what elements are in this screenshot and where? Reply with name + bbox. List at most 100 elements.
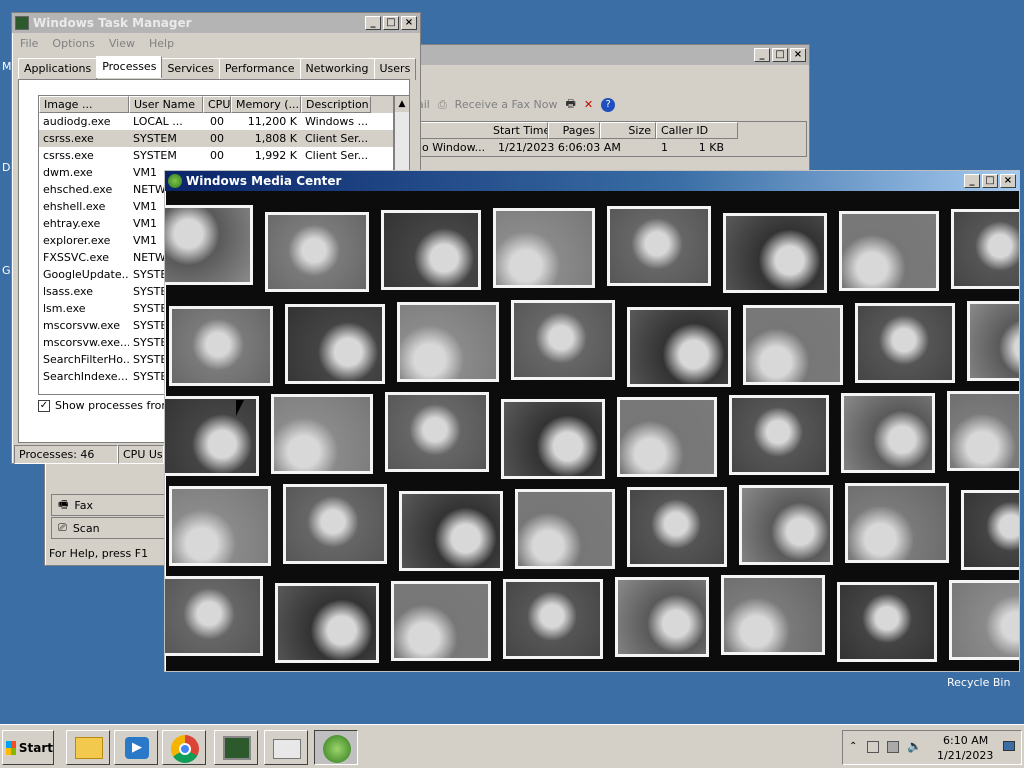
photo-thumbnail[interactable] — [723, 213, 827, 293]
process-row[interactable]: csrss.exe SYSTEM 00 1,992 K Client Ser... — [39, 147, 393, 164]
menu-file[interactable]: File — [20, 37, 38, 50]
delete-icon[interactable]: ✕ — [584, 98, 593, 111]
photo-thumbnail[interactable] — [951, 209, 1019, 289]
close-button[interactable]: × — [1000, 174, 1016, 188]
maximize-button[interactable]: □ — [383, 16, 399, 30]
photo-thumbnail[interactable] — [855, 303, 955, 383]
tab-applications[interactable]: Applications — [18, 58, 98, 80]
network-icon[interactable] — [887, 741, 899, 753]
maximize-button[interactable]: □ — [772, 48, 788, 62]
photo-thumbnail[interactable] — [607, 206, 711, 286]
col-image-name[interactable]: Image ... — [39, 96, 129, 113]
tab-users[interactable]: Users — [373, 58, 417, 80]
photo-thumbnail[interactable] — [841, 393, 935, 473]
photo-thumbnail[interactable] — [265, 212, 369, 292]
photo-thumbnail[interactable] — [271, 394, 373, 474]
tab-performance[interactable]: Performance — [218, 58, 301, 80]
mouse-cursor-icon — [236, 400, 244, 416]
photo-thumbnail[interactable] — [169, 486, 271, 566]
menu-options[interactable]: Options — [52, 37, 94, 50]
photo-thumbnail[interactable] — [283, 484, 387, 564]
photo-thumbnail[interactable] — [961, 490, 1019, 570]
photo-thumbnail[interactable] — [627, 307, 731, 387]
col-caller-id[interactable]: Caller ID — [656, 122, 738, 139]
photo-thumbnail[interactable] — [501, 399, 605, 479]
photo-thumbnail[interactable] — [503, 579, 603, 659]
tab-services[interactable]: Services — [161, 58, 220, 80]
photo-thumbnail[interactable] — [839, 211, 939, 291]
photo-thumbnail[interactable] — [967, 301, 1019, 381]
photo-thumbnail[interactable] — [615, 577, 709, 657]
col-memory[interactable]: Memory (... — [231, 96, 301, 113]
photo-thumbnail[interactable] — [739, 485, 833, 565]
media-center-titlebar[interactable]: Windows Media Center _ □ × — [165, 171, 1019, 191]
minimize-button[interactable]: _ — [754, 48, 770, 62]
help-icon[interactable]: ? — [601, 97, 616, 112]
photo-thumbnail[interactable] — [169, 306, 273, 386]
start-button[interactable]: Start — [2, 730, 54, 765]
col-user-name[interactable]: User Name — [129, 96, 203, 113]
maximize-button[interactable]: □ — [982, 174, 998, 188]
tab-networking[interactable]: Networking — [299, 58, 375, 80]
volume-icon[interactable]: 🔈 — [907, 739, 922, 753]
photo-thumbnail[interactable] — [627, 487, 727, 567]
scroll-up-arrow-icon[interactable]: ▲ — [395, 96, 409, 112]
photo-thumbnail[interactable] — [721, 575, 825, 655]
taskbar-task-manager[interactable] — [214, 730, 258, 765]
taskbar-chrome[interactable] — [162, 730, 206, 765]
photo-thumbnail[interactable] — [837, 582, 937, 662]
minimize-button[interactable]: _ — [964, 174, 980, 188]
photo-thumbnail[interactable] — [391, 581, 491, 661]
photo-thumbnail[interactable] — [949, 580, 1019, 660]
photo-thumbnail[interactable] — [381, 210, 481, 290]
photo-thumbnail[interactable] — [165, 576, 263, 656]
taskbar-media-player[interactable]: ▶ — [114, 730, 158, 765]
clock-date[interactable]: 1/21/2023 — [937, 749, 993, 762]
tab-processes[interactable]: Processes — [96, 56, 163, 78]
fax-nav-fax[interactable]: 🖷 Fax — [51, 494, 165, 516]
desktop-icon-label-g[interactable]: G — [2, 264, 11, 277]
process-row[interactable]: audiodg.exe LOCAL ... 00 11,200 K Windows ..… — [39, 113, 393, 130]
action-center-icon[interactable] — [867, 741, 879, 753]
col-size[interactable]: Size — [600, 122, 656, 139]
task-manager-titlebar[interactable]: Windows Task Manager _ □ × — [12, 13, 420, 33]
taskbar-explorer[interactable] — [66, 730, 110, 765]
clock-time[interactable]: 6:10 AM — [943, 734, 988, 747]
fax-nav-scan[interactable]: ⎚ Scan — [51, 517, 165, 539]
photo-thumbnail[interactable] — [385, 392, 489, 472]
show-desktop-icon[interactable] — [1003, 741, 1015, 751]
menu-help[interactable]: Help — [149, 37, 174, 50]
close-button[interactable]: × — [401, 16, 417, 30]
col-cpu[interactable]: CPU — [203, 96, 231, 113]
taskbar-media-center[interactable] — [314, 730, 358, 765]
receive-fax-button[interactable]: Receive a Fax Now — [455, 98, 558, 111]
photo-thumbnail[interactable] — [947, 391, 1019, 471]
print-icon[interactable]: 🖶 — [566, 95, 576, 114]
taskbar-fax-scan[interactable] — [264, 730, 308, 765]
menu-view[interactable]: View — [109, 37, 135, 50]
photo-thumbnail[interactable] — [729, 395, 829, 475]
photo-thumbnail[interactable] — [743, 305, 843, 385]
photo-thumbnail[interactable] — [165, 396, 259, 476]
photo-thumbnail[interactable] — [511, 300, 615, 380]
photo-thumbnail[interactable] — [515, 489, 615, 569]
col-description[interactable]: Description — [301, 96, 371, 113]
photo-thumbnail[interactable] — [275, 583, 379, 663]
photo-thumbnail[interactable] — [617, 397, 717, 477]
col-start-time[interactable]: Start Time — [418, 122, 548, 139]
close-button[interactable]: × — [790, 48, 806, 62]
process-row[interactable]: csrss.exe SYSTEM 00 1,808 K Client Ser... — [39, 130, 393, 147]
photo-thumbnail[interactable] — [165, 205, 253, 285]
col-pages[interactable]: Pages — [548, 122, 600, 139]
minimize-button[interactable]: _ — [365, 16, 381, 30]
photo-thumbnail[interactable] — [399, 491, 503, 571]
show-all-processes-checkbox[interactable]: ✓ — [38, 399, 50, 412]
photo-thumbnail[interactable] — [493, 208, 595, 288]
photo-thumbnail[interactable] — [397, 302, 499, 382]
recycle-bin-label[interactable]: Recycle Bin — [947, 676, 1010, 689]
photo-thumbnail[interactable] — [845, 483, 949, 563]
show-hidden-icons-icon[interactable]: ⌃ — [849, 741, 857, 752]
fax-row[interactable]: o Window... 1/21/2023 6:06:03 AM 1 1 KB — [418, 139, 806, 156]
desktop-icon-label-d[interactable]: D — [2, 161, 10, 174]
photo-thumbnail[interactable] — [285, 304, 385, 384]
